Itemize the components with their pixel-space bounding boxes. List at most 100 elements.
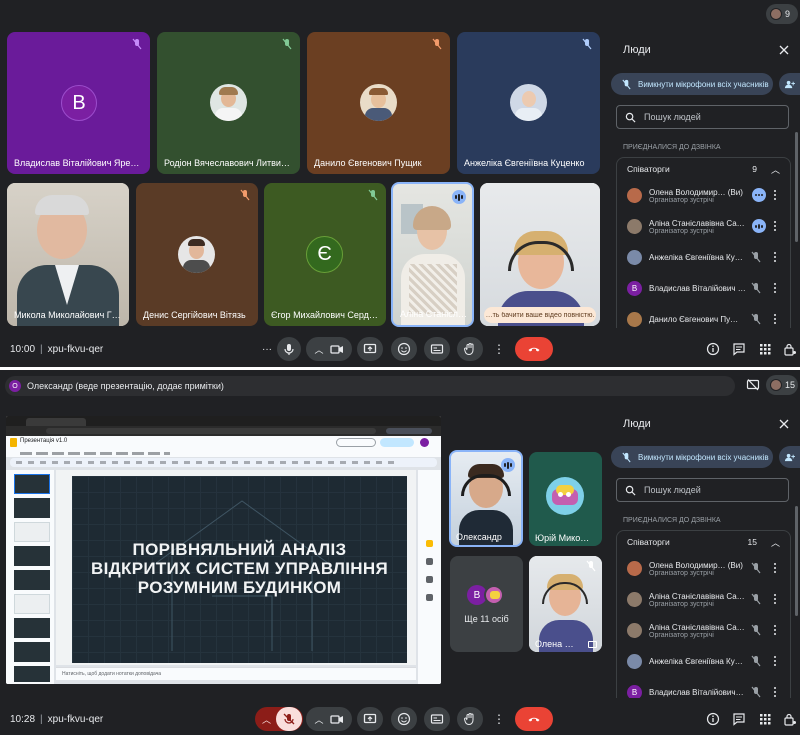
meeting-details-button[interactable]: [706, 342, 720, 356]
more-vert-icon[interactable]: [770, 189, 780, 201]
self-video-tile[interactable]: …ть бачити ваше відео повністю.: [480, 183, 600, 326]
participant-video-tile[interactable]: Аліна Станісл…: [391, 182, 474, 327]
leave-call-button[interactable]: [515, 337, 553, 361]
close-panel-button[interactable]: [778, 43, 790, 55]
mic-button[interactable]: [277, 337, 301, 361]
participant-row[interactable]: Олена Володимир… (Ви) Організатор зустріч…: [617, 180, 790, 211]
video-toast[interactable]: …ть бачити ваше відео повністю.: [484, 307, 596, 323]
more-vert-icon[interactable]: [770, 686, 780, 698]
slide-canvas[interactable]: ПОРІВНЯЛЬНИЙ АНАЛІЗ ВІДКРИТИХ СИСТЕМ УПР…: [56, 470, 416, 665]
participants-chip[interactable]: 15: [766, 375, 798, 395]
more-audio-options-button[interactable]: ···: [257, 337, 277, 361]
more-vert-icon[interactable]: [770, 282, 780, 294]
more-participants-tile[interactable]: В Ще 11 осіб: [450, 556, 523, 652]
camera-button[interactable]: ︿: [306, 337, 352, 361]
participant-row[interactable]: В Владислав Віталійович…: [617, 677, 790, 698]
more-vert-icon[interactable]: [770, 593, 780, 605]
slides-menubar: [6, 450, 441, 457]
present-button[interactable]: [357, 707, 383, 731]
add-people-button[interactable]: [779, 73, 800, 95]
participant-tile[interactable]: Данило Євгенович Пущик: [307, 32, 450, 174]
more-options-button[interactable]: ⋮: [490, 707, 508, 731]
pin-tile-icon[interactable]: [588, 641, 597, 648]
add-person-icon: [784, 453, 795, 461]
reactions-button[interactable]: [391, 707, 417, 731]
avatar: [627, 561, 642, 576]
participant-row[interactable]: Олена Володимир… (Ви) Організатор зустріч…: [617, 553, 790, 584]
captions-button[interactable]: [424, 337, 450, 361]
contributors-header[interactable]: Співаторги 15 ︿: [617, 531, 790, 553]
slide-title-line-3: РОЗУМНИМ БУДИНКОМ: [137, 578, 342, 597]
host-controls-button[interactable]: [783, 342, 797, 356]
mic-off-icon: [432, 38, 442, 50]
raise-hand-button[interactable]: [457, 337, 483, 361]
mic-off-icon: [751, 562, 761, 574]
reactions-button[interactable]: [391, 337, 417, 361]
avatar-stack-icon: [770, 8, 782, 20]
activities-button[interactable]: [758, 342, 772, 356]
more-vert-icon[interactable]: [770, 220, 780, 232]
participant-row[interactable]: Анжеліка Євгеніївна Ку…: [617, 646, 790, 677]
participants-chip[interactable]: 9: [766, 4, 798, 24]
participant-row[interactable]: Аліна Станіславівна Са… Організатор зустр…: [617, 211, 790, 242]
close-panel-button[interactable]: [778, 417, 790, 429]
panel-scrollbar[interactable]: [795, 132, 798, 242]
self-video-tile[interactable]: Олена …: [529, 556, 602, 652]
mute-all-button[interactable]: Вимкнути мікрофони всіх учасників: [611, 73, 773, 95]
contributors-label: Співаторги: [627, 537, 670, 547]
chat-button[interactable]: [732, 712, 746, 726]
more-vert-icon[interactable]: [770, 624, 780, 636]
participant-row[interactable]: Анжеліка Євгеніївна Ку…: [617, 242, 790, 273]
participant-name: Денис Сергійович Вітязь: [143, 310, 246, 320]
more-options-button[interactable]: ⋮: [490, 337, 508, 361]
avatar: [627, 250, 642, 265]
mic-off-icon: [582, 38, 592, 50]
chat-button[interactable]: [732, 342, 746, 356]
participant-tile[interactable]: Юрій Мико…: [529, 452, 602, 546]
current-slide: ПОРІВНЯЛЬНИЙ АНАЛІЗ ВІДКРИТИХ СИСТЕМ УПР…: [72, 476, 407, 663]
add-people-button[interactable]: [779, 446, 800, 468]
lock-person-icon: [784, 713, 796, 726]
participant-name: Анжеліка Євгеніївна Куценко: [464, 158, 585, 168]
participant-tile[interactable]: В Владислав Віталійович Яремч…: [7, 32, 150, 174]
slide-filmstrip[interactable]: [6, 470, 54, 684]
mic-off-icon: [282, 38, 292, 50]
mute-all-button[interactable]: Вимкнути мікрофони всіх учасників: [611, 446, 773, 468]
camera-button[interactable]: ︿: [306, 707, 352, 731]
participant-row[interactable]: В Владислав Віталійович …: [617, 273, 790, 304]
more-vert-icon[interactable]: [770, 655, 780, 667]
shared-screen[interactable]: Презентація v1.0 ПОРІВНЯЛЬНИЙ АНАЛІЗ ВІД…: [6, 416, 441, 684]
leave-call-button[interactable]: [515, 707, 553, 731]
participant-row[interactable]: Аліна Станіславівна Са… Організатор зустр…: [617, 615, 790, 646]
meeting-details-button[interactable]: [706, 712, 720, 726]
mic-off-icon: [622, 79, 631, 89]
participant-tile[interactable]: Анжеліка Євгеніївна Куценко: [457, 32, 600, 174]
raise-hand-button[interactable]: [457, 707, 483, 731]
mic-off-icon: [622, 452, 631, 462]
contributors-header[interactable]: Співаторги 9 ︿: [617, 158, 790, 180]
more-vert-icon[interactable]: [770, 313, 780, 325]
mic-off-icon: [283, 713, 295, 725]
activities-button[interactable]: [758, 712, 772, 726]
participant-tile[interactable]: Денис Сергійович Вітязь: [136, 183, 258, 326]
participant-tile[interactable]: Родіон Вячеславович Литвин…: [157, 32, 300, 174]
speaker-notes[interactable]: Натисніть, щоб додати нотатки доповідача: [56, 667, 416, 680]
host-controls-button[interactable]: [783, 712, 797, 726]
people-search-input[interactable]: Пошук людей: [616, 105, 789, 129]
people-search-input[interactable]: Пошук людей: [616, 478, 789, 502]
participant-row[interactable]: Аліна Станіславівна Са… Організатор зустр…: [617, 584, 790, 615]
present-button[interactable]: [357, 337, 383, 361]
mic-muted-button[interactable]: [276, 707, 302, 731]
captions-button[interactable]: [424, 707, 450, 731]
panel-scrollbar[interactable]: [795, 506, 798, 616]
presenter-video-tile[interactable]: Олександр: [449, 450, 523, 547]
more-vert-icon[interactable]: [770, 251, 780, 263]
ellipsis-icon: ···: [262, 343, 272, 355]
clock: 10:28: [10, 713, 36, 725]
participant-tile[interactable]: Є Єгор Михайлович Серд…: [264, 183, 386, 326]
participant-row[interactable]: Данило Євгенович Пу…: [617, 304, 790, 328]
more-vert-icon[interactable]: [770, 562, 780, 574]
presentation-toggle-button[interactable]: [746, 378, 760, 392]
participant-video-tile[interactable]: Микола Миколайович Г…: [7, 183, 129, 326]
avatar: [210, 84, 247, 121]
